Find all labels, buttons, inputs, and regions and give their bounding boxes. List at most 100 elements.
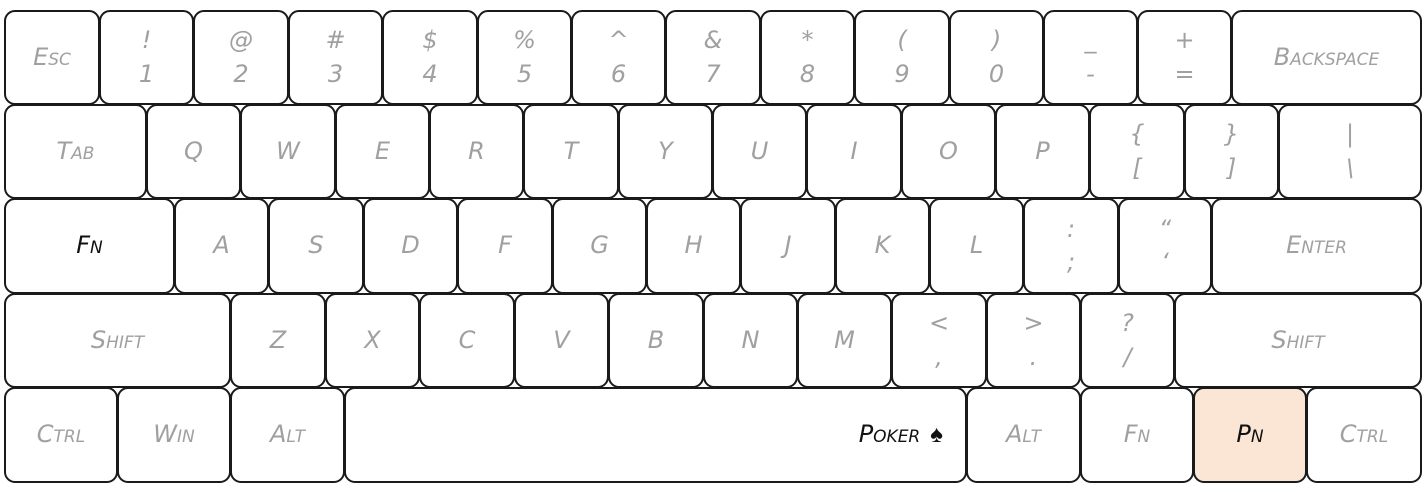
key-label-wrap: O	[939, 138, 958, 164]
key-2[interactable]: @2	[193, 10, 289, 105]
key-shift-label: %	[513, 26, 536, 55]
key-label-wrap: C	[459, 327, 476, 353]
key-ctrl[interactable]: Ctrl	[1306, 387, 1422, 483]
key-poker[interactable]: Poker ♠	[344, 387, 967, 483]
key-label: G	[590, 231, 609, 260]
key-label-wrap: Shift	[90, 325, 145, 354]
key-z[interactable]: Z	[230, 293, 326, 388]
key-label-wrap: N	[742, 327, 760, 353]
key-label-wrap: L	[970, 233, 983, 258]
key-base-label: 5	[516, 59, 533, 88]
key-j[interactable]: J	[740, 198, 836, 294]
key-pn[interactable]: Pn	[1193, 387, 1307, 483]
key-shift-label: *	[801, 26, 814, 55]
key-alt[interactable]: Alt	[966, 387, 1081, 483]
key-u[interactable]: U	[712, 104, 807, 199]
key-shift-label: :	[1066, 214, 1076, 243]
key-symbol[interactable]: <,	[891, 293, 987, 388]
key-symbol[interactable]: {[	[1089, 104, 1185, 199]
key-symbol[interactable]: ? /	[1080, 293, 1175, 388]
key-k[interactable]: K	[835, 198, 930, 294]
key-label: B	[647, 325, 665, 354]
key-symbol[interactable]: >.	[986, 293, 1081, 388]
key-enter[interactable]: Enter	[1211, 198, 1422, 294]
key-8[interactable]: * 8	[760, 10, 855, 105]
key-1[interactable]: ! 1	[99, 10, 194, 105]
key-shift-label: !	[141, 26, 152, 55]
key-shift[interactable]: Shift	[4, 293, 231, 388]
key-shift[interactable]: Shift	[1174, 293, 1422, 388]
key-symbol[interactable]: “‘	[1118, 198, 1212, 294]
key-label: Shift	[90, 325, 145, 354]
key-5[interactable]: % 5	[477, 10, 572, 105]
key-base-label: \	[1345, 153, 1355, 182]
key-base-label: ‘	[1161, 248, 1169, 276]
key-d[interactable]: D	[363, 198, 458, 294]
key-win[interactable]: Win	[117, 387, 231, 483]
key-label: S	[308, 231, 324, 260]
key-alt[interactable]: Alt	[230, 387, 345, 483]
key-l[interactable]: L	[929, 198, 1024, 294]
key-e[interactable]: E	[335, 104, 430, 199]
key-shift-label: $	[422, 26, 438, 55]
key-3[interactable]: #3	[288, 10, 383, 105]
key-n[interactable]: N	[703, 293, 798, 388]
key-label: I	[850, 136, 858, 165]
key-label: Fn	[76, 231, 103, 260]
key-q[interactable]: Q	[146, 104, 241, 199]
key-symbol[interactable]: }]	[1184, 104, 1279, 199]
key-w[interactable]: W	[240, 104, 336, 199]
key-symbol[interactable]: + =	[1137, 10, 1232, 105]
key-h[interactable]: H	[646, 198, 741, 294]
key-ctrl[interactable]: Ctrl	[4, 387, 118, 483]
key-9[interactable]: (9	[854, 10, 950, 105]
key-label: E	[374, 136, 391, 165]
key-f[interactable]: F	[457, 198, 553, 294]
key-base-label: 6	[610, 59, 627, 88]
key-label: Alt	[269, 420, 306, 449]
key-x[interactable]: X	[325, 293, 420, 388]
key-label-wrap: Alt	[270, 422, 305, 447]
key-label: J	[784, 231, 792, 260]
key-label-wrap: Q	[184, 138, 203, 164]
key-symbol[interactable]: :;	[1023, 198, 1119, 294]
key-label-wrap: Fn	[76, 233, 103, 258]
key-base-label: [	[1132, 153, 1142, 182]
key-tab[interactable]: Tab	[4, 104, 147, 199]
key-m[interactable]: M	[797, 293, 892, 388]
key-backspace[interactable]: Backspace	[1231, 10, 1422, 105]
key-label-wrap: S	[308, 233, 323, 258]
key-s[interactable]: S	[268, 198, 364, 294]
key-esc[interactable]: Esc	[4, 10, 100, 105]
key-t[interactable]: T	[523, 104, 619, 199]
key-c[interactable]: C	[419, 293, 515, 388]
key-label: H	[684, 231, 703, 260]
key-label-wrap: P	[1035, 138, 1049, 164]
key-base-label: .	[1029, 342, 1038, 371]
key-4[interactable]: $4	[382, 10, 478, 105]
key-6[interactable]: ^ 6	[571, 10, 666, 105]
key-i[interactable]: I	[806, 104, 902, 199]
key-fn[interactable]: Fn	[4, 198, 175, 294]
key-r[interactable]: R	[429, 104, 524, 199]
key-v[interactable]: V	[514, 293, 609, 388]
key-base-label: 9	[894, 59, 910, 88]
key-label-wrap: Z	[270, 327, 286, 353]
key-0[interactable]: ) 0	[949, 10, 1044, 105]
key-label: M	[834, 325, 855, 354]
key-base-label: 8	[799, 59, 816, 88]
key-a[interactable]: A	[174, 198, 269, 294]
key-symbol[interactable]: | \	[1278, 104, 1422, 199]
key-g[interactable]: G	[552, 198, 647, 294]
key-base-label: -	[1086, 59, 1095, 88]
key-label: W	[276, 136, 300, 165]
key-symbol[interactable]: _ -	[1043, 10, 1138, 105]
key-fn[interactable]: Fn	[1080, 387, 1194, 483]
key-b[interactable]: B	[608, 293, 704, 388]
key-label-wrap: Tab	[57, 138, 95, 164]
key-o[interactable]: O	[901, 104, 996, 199]
key-7[interactable]: & 7	[665, 10, 761, 105]
key-y[interactable]: Y	[618, 104, 713, 199]
key-label-wrap: K	[875, 233, 891, 258]
key-p[interactable]: P	[995, 104, 1090, 199]
